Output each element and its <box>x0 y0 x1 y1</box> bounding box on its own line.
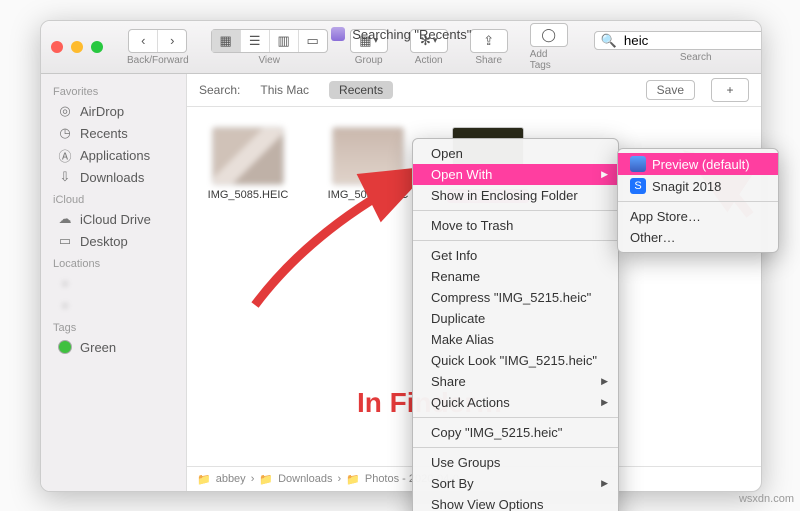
icon: • <box>57 275 73 291</box>
cm-compress-img-5215-heic[interactable]: Compress "IMG_5215.heic" <box>413 287 618 308</box>
minimize-button[interactable] <box>71 41 83 53</box>
sidebar-item-downloads[interactable]: ⇩ Downloads <box>45 166 182 188</box>
cm-move-to-trash[interactable]: Move to Trash <box>413 215 618 236</box>
finder-window: Searching "Recents" ‹ › Back/Forward ▦ ☰… <box>40 20 762 492</box>
sidebar-item-label: iCloud Drive <box>80 212 151 227</box>
context-menu: OpenOpen WithShow in Enclosing Folder Mov… <box>412 138 619 511</box>
window-title: Searching "Recents" <box>41 27 761 42</box>
sidebar-item-airdrop[interactable]: ◎ AirDrop <box>45 100 182 122</box>
search-label: Search <box>680 52 712 63</box>
sidebar-group-label: iCloud <box>41 188 186 208</box>
sidebar-item-applications[interactable]: Ⓐ Applications <box>45 144 182 166</box>
file-name: IMG_5085.HEIC <box>208 189 289 201</box>
file-thumbnail <box>212 127 284 185</box>
download-icon: ⇩ <box>57 169 73 185</box>
sm-snagit-2018[interactable]: S Snagit 2018 <box>618 175 778 197</box>
path-separator: › <box>251 473 255 485</box>
sidebar-item-label: Applications <box>80 148 150 163</box>
cm-use-groups[interactable]: Use Groups <box>413 452 618 473</box>
path-separator: › <box>337 473 341 485</box>
sm-app-store[interactable]: App Store… <box>618 206 778 227</box>
cm-duplicate[interactable]: Duplicate <box>413 308 618 329</box>
save-search-button[interactable]: Save <box>646 80 695 100</box>
cm-share[interactable]: Share <box>413 371 618 392</box>
cm-make-alias[interactable]: Make Alias <box>413 329 618 350</box>
close-button[interactable] <box>51 41 63 53</box>
airdrop-icon: ◎ <box>57 103 73 119</box>
view-label: View <box>258 55 280 66</box>
sidebar-item-green[interactable]: Green <box>45 336 182 358</box>
cm-open-with[interactable]: Open With <box>413 164 618 185</box>
sidebar-group-label: Tags <box>41 316 186 336</box>
path-segment[interactable]: Downloads <box>278 473 332 485</box>
sidebar-group-label: Favorites <box>41 80 186 100</box>
sidebar-item-recents[interactable]: ◷ Recents <box>45 122 182 144</box>
clock-icon: ◷ <box>57 125 73 141</box>
path-segment[interactable]: abbey <box>216 473 246 485</box>
sidebar: Favorites ◎ AirDrop ◷ Recents Ⓐ Applications ⇩ D… <box>41 74 187 491</box>
tag-icon <box>57 339 73 355</box>
sidebar-item-hidden[interactable]: • <box>45 294 182 316</box>
share-label: Share <box>475 55 502 66</box>
cm-open[interactable]: Open <box>413 143 618 164</box>
add-rule-button[interactable]: + <box>711 78 749 102</box>
tags-label: Add Tags <box>530 49 568 71</box>
back-forward-label: Back/Forward <box>127 55 189 66</box>
group-label: Group <box>355 55 383 66</box>
folder-icon: 📁 <box>259 473 273 486</box>
cm-quick-look-img-5215-heic[interactable]: Quick Look "IMG_5215.heic" <box>413 350 618 371</box>
cm-rename[interactable]: Rename <box>413 266 618 287</box>
cm-show-in-enclosing-folder[interactable]: Show in Enclosing Folder <box>413 185 618 206</box>
file-name: IMG_5086.HEIC <box>328 189 409 201</box>
sidebar-item-icloud-drive[interactable]: ☁ iCloud Drive <box>45 208 182 230</box>
sidebar-group-label: Locations <box>41 252 186 272</box>
action-label: Action <box>415 55 443 66</box>
file-item[interactable]: IMG_5085.HEIC <box>203 127 293 201</box>
zoom-button[interactable] <box>91 41 103 53</box>
scope-label: Search: <box>199 83 240 97</box>
cm-sort-by[interactable]: Sort By <box>413 473 618 494</box>
scope-this-mac[interactable]: This Mac <box>250 81 319 99</box>
app-icon: S <box>630 178 646 194</box>
cm-get-info[interactable]: Get Info <box>413 245 618 266</box>
sm-label: Snagit 2018 <box>652 179 721 194</box>
sidebar-item-label: Desktop <box>80 234 128 249</box>
search-scope-bar: Search: This Mac Recents Save + <box>187 74 761 107</box>
watermark: wsxdn.com <box>739 493 794 505</box>
file-thumbnail <box>332 127 404 185</box>
app-icon <box>630 156 646 172</box>
cm-quick-actions[interactable]: Quick Actions <box>413 392 618 413</box>
sidebar-item-label: Recents <box>80 126 128 141</box>
cm-show-view-options[interactable]: Show View Options <box>413 494 618 511</box>
file-item[interactable]: IMG_5086.HEIC <box>323 127 413 201</box>
sidebar-item-label: Downloads <box>80 170 144 185</box>
sidebar-item-label: Green <box>80 340 116 355</box>
folder-glyph-icon <box>331 27 345 41</box>
app-icon: Ⓐ <box>57 147 73 163</box>
sidebar-item-label: AirDrop <box>80 104 124 119</box>
sm-label: Preview (default) <box>652 157 750 172</box>
icon: • <box>57 297 73 313</box>
folder-icon: 📁 <box>197 473 211 486</box>
desktop-icon: ▭ <box>57 233 73 249</box>
sm-label: App Store… <box>630 209 701 224</box>
sidebar-item-desktop[interactable]: ▭ Desktop <box>45 230 182 252</box>
sm-preview-default[interactable]: Preview (default) <box>618 153 778 175</box>
cloud-icon: ☁ <box>57 211 73 227</box>
sm-other[interactable]: Other… <box>618 227 778 248</box>
sm-label: Other… <box>630 230 676 245</box>
cm-copy-img-5215-heic[interactable]: Copy "IMG_5215.heic" <box>413 422 618 443</box>
sidebar-item-hidden[interactable]: • <box>45 272 182 294</box>
scope-recents[interactable]: Recents <box>329 81 393 99</box>
open-with-submenu: Preview (default) S Snagit 2018 App Store… O… <box>617 148 779 253</box>
folder-icon: 📁 <box>346 473 360 486</box>
